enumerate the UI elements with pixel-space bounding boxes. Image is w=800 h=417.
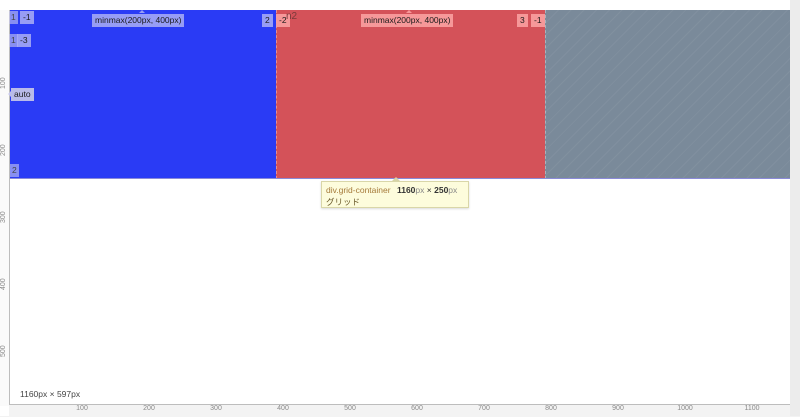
ruler-tick-label: 700 [478,405,490,412]
tooltip-selector: div.grid-container [326,185,391,195]
tooltip-unit: px [448,185,458,195]
grid-line-number: 2 [262,14,273,27]
scroll-gutter[interactable] [790,0,800,416]
grid-line-number: 2 [10,164,19,177]
track-size-pointer [139,10,145,13]
grid-area-name: n2 [286,11,298,22]
ruler-tick-label: 1100 [744,405,760,412]
tooltip-width: 1160 [396,185,416,195]
ruler-tick-label: 100 [76,405,88,412]
ruler-tick-label: 500 [344,405,356,412]
tooltip-dimensions: 1160px × 250px [397,185,457,195]
ruler-tick-label: 900 [612,405,624,412]
grid-line-2 [276,10,278,179]
tooltip-times: × [426,185,432,195]
tooltip-height: 250 [434,185,449,195]
tooltip-kind: グリッド [326,197,361,207]
element-info-tooltip: div.grid-container 1160px × 250px グリッド [321,181,469,208]
horizontal-ruler: 100 200 300 400 500 600 700 800 900 1000… [9,404,790,417]
ruler-tick-label: 200 [0,144,7,156]
track-size-pointer [406,10,412,13]
grid-line-number: 1 [9,11,18,24]
column-track-size-badge: minmax(200px, 400px) [361,14,454,27]
grid-line-number-negative: -3 [17,34,31,47]
ruler-tick-label: 200 [143,405,155,412]
grid-line-number-negative: -1 [20,11,34,24]
vertical-ruler: 100 200 300 400 500 [0,10,10,406]
tooltip-unit: px [415,185,425,195]
ruler-tick-label: 500 [0,345,7,357]
grid-cell-2[interactable] [276,10,545,179]
grid-line-3 [545,10,547,179]
column-track-size-badge: minmax(200px, 400px) [92,14,185,27]
grid-line-number-negative: -1 [531,14,545,27]
row-track-size-badge: auto [11,88,34,101]
ruler-tick-label: 400 [277,405,289,412]
ruler-tick-label: 300 [0,211,7,223]
ruler-tick-label: 1000 [677,405,693,412]
ruler-tick-label: 800 [545,405,557,412]
grid-line-number: 3 [517,14,528,27]
ruler-tick-label: 600 [411,405,423,412]
grid-cell-1[interactable] [9,10,276,179]
grid-container[interactable] [9,10,790,179]
ruler-tick-label: 100 [0,77,7,89]
grid-cell-3[interactable] [545,10,790,179]
ruler-tick-label: 300 [210,405,222,412]
ruler-tick-label: 400 [0,278,7,290]
viewport-size-readout: 1160px × 597px [20,389,81,399]
